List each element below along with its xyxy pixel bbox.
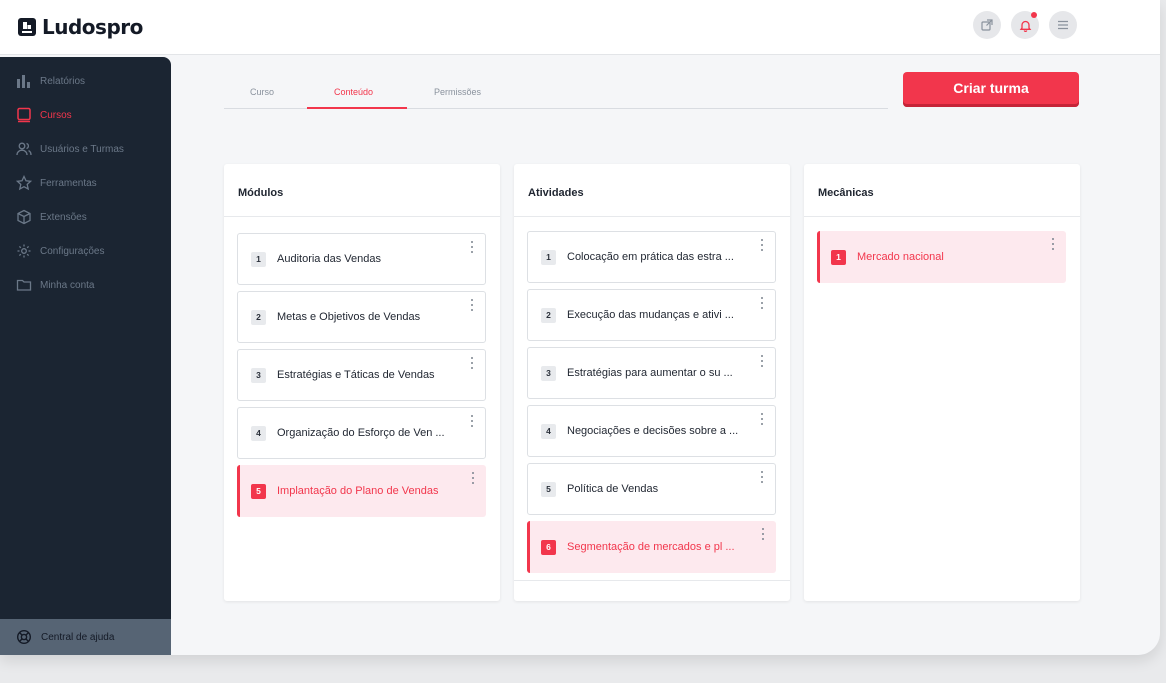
activities-panel: Atividades 1 Colocação em prática das es… bbox=[514, 164, 790, 601]
sidebar-item-cursos[interactable]: Cursos bbox=[16, 107, 72, 123]
lifebuoy-icon bbox=[16, 629, 32, 645]
more-options-icon[interactable] bbox=[469, 415, 475, 427]
mechanic-card-selected[interactable]: 1 Mercado nacional bbox=[817, 231, 1066, 283]
activity-number: 2 bbox=[541, 307, 556, 323]
module-label: Auditoria das Vendas bbox=[277, 253, 381, 265]
panel-title: Módulos bbox=[224, 164, 500, 217]
sidebar-item-configuracoes[interactable]: Configurações bbox=[16, 243, 104, 259]
active-tab-indicator bbox=[307, 107, 407, 109]
bell-icon bbox=[1019, 20, 1031, 32]
activity-label: Estratégias para aumentar o su ... bbox=[567, 367, 733, 379]
module-number: 5 bbox=[251, 483, 266, 499]
sidebar-item-minha-conta[interactable]: Minha conta bbox=[16, 277, 94, 293]
external-link-button[interactable] bbox=[973, 11, 1001, 39]
activity-label: Execução das mudanças e ativi ... bbox=[567, 309, 734, 321]
activity-card-selected[interactable]: 6 Segmentação de mercados e pl ... bbox=[527, 521, 776, 573]
notifications-button[interactable] bbox=[1011, 11, 1039, 39]
activity-label: Negociações e decisões sobre a ... bbox=[567, 425, 739, 437]
more-options-icon[interactable] bbox=[759, 471, 765, 483]
sidebar-item-relatorios[interactable]: Relatórios bbox=[16, 73, 85, 89]
more-options-icon[interactable] bbox=[760, 528, 766, 540]
sidebar-item-label: Configurações bbox=[40, 245, 105, 257]
tab-conteudo[interactable]: Conteúdo bbox=[334, 87, 373, 97]
menu-button[interactable] bbox=[1049, 11, 1077, 39]
panel-title: Mecânicas bbox=[804, 164, 1080, 217]
more-options-icon[interactable] bbox=[759, 413, 765, 425]
more-options-icon[interactable] bbox=[469, 299, 475, 311]
more-options-icon[interactable] bbox=[469, 357, 475, 369]
tab-permissoes[interactable]: Permissões bbox=[434, 87, 481, 97]
sidebar-item-label: Ferramentas bbox=[40, 177, 97, 189]
course-icon bbox=[17, 107, 31, 123]
bar-chart-icon bbox=[17, 75, 30, 88]
help-center-button[interactable]: Central de ajuda bbox=[0, 619, 171, 655]
activity-number: 6 bbox=[541, 539, 556, 555]
activity-number: 5 bbox=[541, 481, 556, 497]
mechanic-label: Mercado nacional bbox=[857, 251, 944, 263]
modules-panel: Módulos 1 Auditoria das Vendas 2 Metas e… bbox=[224, 164, 500, 601]
more-options-icon[interactable] bbox=[759, 239, 765, 251]
activity-card[interactable]: 4 Negociações e decisões sobre a ... bbox=[527, 405, 776, 457]
app-window: Ludospro Relatórios Cursos Usuários e Tu… bbox=[0, 0, 1160, 655]
more-options-icon[interactable] bbox=[469, 241, 475, 253]
module-label: Metas e Objetivos de Vendas bbox=[277, 311, 421, 323]
module-number: 2 bbox=[251, 309, 266, 325]
module-card[interactable]: 3 Estratégias e Táticas de Vendas bbox=[237, 349, 486, 401]
module-card[interactable]: 4 Organização do Esforço de Ven ... bbox=[237, 407, 486, 459]
activity-card[interactable]: 5 Política de Vendas bbox=[527, 463, 776, 515]
sidebar-item-label: Minha conta bbox=[40, 279, 95, 291]
activity-number: 3 bbox=[541, 365, 556, 381]
mechanics-panel: Mecânicas 1 Mercado nacional bbox=[804, 164, 1080, 601]
activity-label: Colocação em prática das estra ... bbox=[567, 251, 734, 263]
module-number: 4 bbox=[251, 425, 266, 441]
panel-title: Atividades bbox=[514, 164, 790, 217]
more-options-icon[interactable] bbox=[1050, 238, 1056, 250]
sidebar-item-label: Cursos bbox=[40, 109, 72, 121]
sidebar-item-ferramentas[interactable]: Ferramentas bbox=[16, 175, 97, 191]
help-center-label: Central de ajuda bbox=[41, 631, 115, 643]
activity-card[interactable]: 2 Execução das mudanças e ativi ... bbox=[527, 289, 776, 341]
logo[interactable]: Ludospro bbox=[18, 14, 143, 40]
settings-icon bbox=[17, 244, 31, 258]
sidebar-item-label: Extensões bbox=[40, 211, 87, 223]
activity-card[interactable]: 3 Estratégias para aumentar o su ... bbox=[527, 347, 776, 399]
module-card-selected[interactable]: 5 Implantação do Plano de Vendas bbox=[237, 465, 486, 517]
notification-dot bbox=[1031, 12, 1037, 18]
module-card[interactable]: 1 Auditoria das Vendas bbox=[237, 233, 486, 285]
module-number: 1 bbox=[251, 251, 266, 267]
tab-curso[interactable]: Curso bbox=[250, 87, 274, 97]
menu-icon bbox=[1058, 20, 1068, 30]
more-options-icon[interactable] bbox=[759, 355, 765, 367]
external-link-icon bbox=[981, 19, 993, 31]
panel-divider bbox=[514, 580, 790, 581]
module-card[interactable]: 2 Metas e Objetivos de Vendas bbox=[237, 291, 486, 343]
activity-label: Segmentação de mercados e pl ... bbox=[567, 541, 735, 553]
top-bar: Ludospro bbox=[0, 0, 1160, 55]
module-number: 3 bbox=[251, 367, 266, 383]
sidebar-item-label: Usuários e Turmas bbox=[40, 143, 124, 155]
sidebar-item-extensoes[interactable]: Extensões bbox=[16, 209, 87, 225]
logo-icon bbox=[18, 18, 36, 36]
users-icon bbox=[16, 142, 32, 156]
activity-number: 1 bbox=[541, 249, 556, 265]
module-label: Implantação do Plano de Vendas bbox=[277, 485, 439, 497]
activity-label: Política de Vendas bbox=[567, 483, 659, 495]
module-label: Organização do Esforço de Ven ... bbox=[277, 427, 445, 439]
module-label: Estratégias e Táticas de Vendas bbox=[277, 369, 435, 381]
create-class-button[interactable]: Criar turma bbox=[903, 72, 1079, 107]
package-icon bbox=[17, 209, 31, 225]
brand-name: Ludospro bbox=[42, 15, 143, 39]
mechanic-number: 1 bbox=[831, 249, 846, 265]
star-icon bbox=[16, 175, 32, 191]
sidebar: Relatórios Cursos Usuários e Turmas Ferr… bbox=[0, 57, 171, 655]
more-options-icon[interactable] bbox=[759, 297, 765, 309]
sidebar-item-usuarios-e-turmas[interactable]: Usuários e Turmas bbox=[16, 141, 124, 157]
activity-card[interactable]: 1 Colocação em prática das estra ... bbox=[527, 231, 776, 283]
sidebar-item-label: Relatórios bbox=[40, 75, 86, 87]
content-tabs: Curso Conteúdo Permissões bbox=[224, 80, 888, 109]
activity-number: 4 bbox=[541, 423, 556, 439]
folder-icon bbox=[16, 279, 32, 291]
more-options-icon[interactable] bbox=[470, 472, 476, 484]
